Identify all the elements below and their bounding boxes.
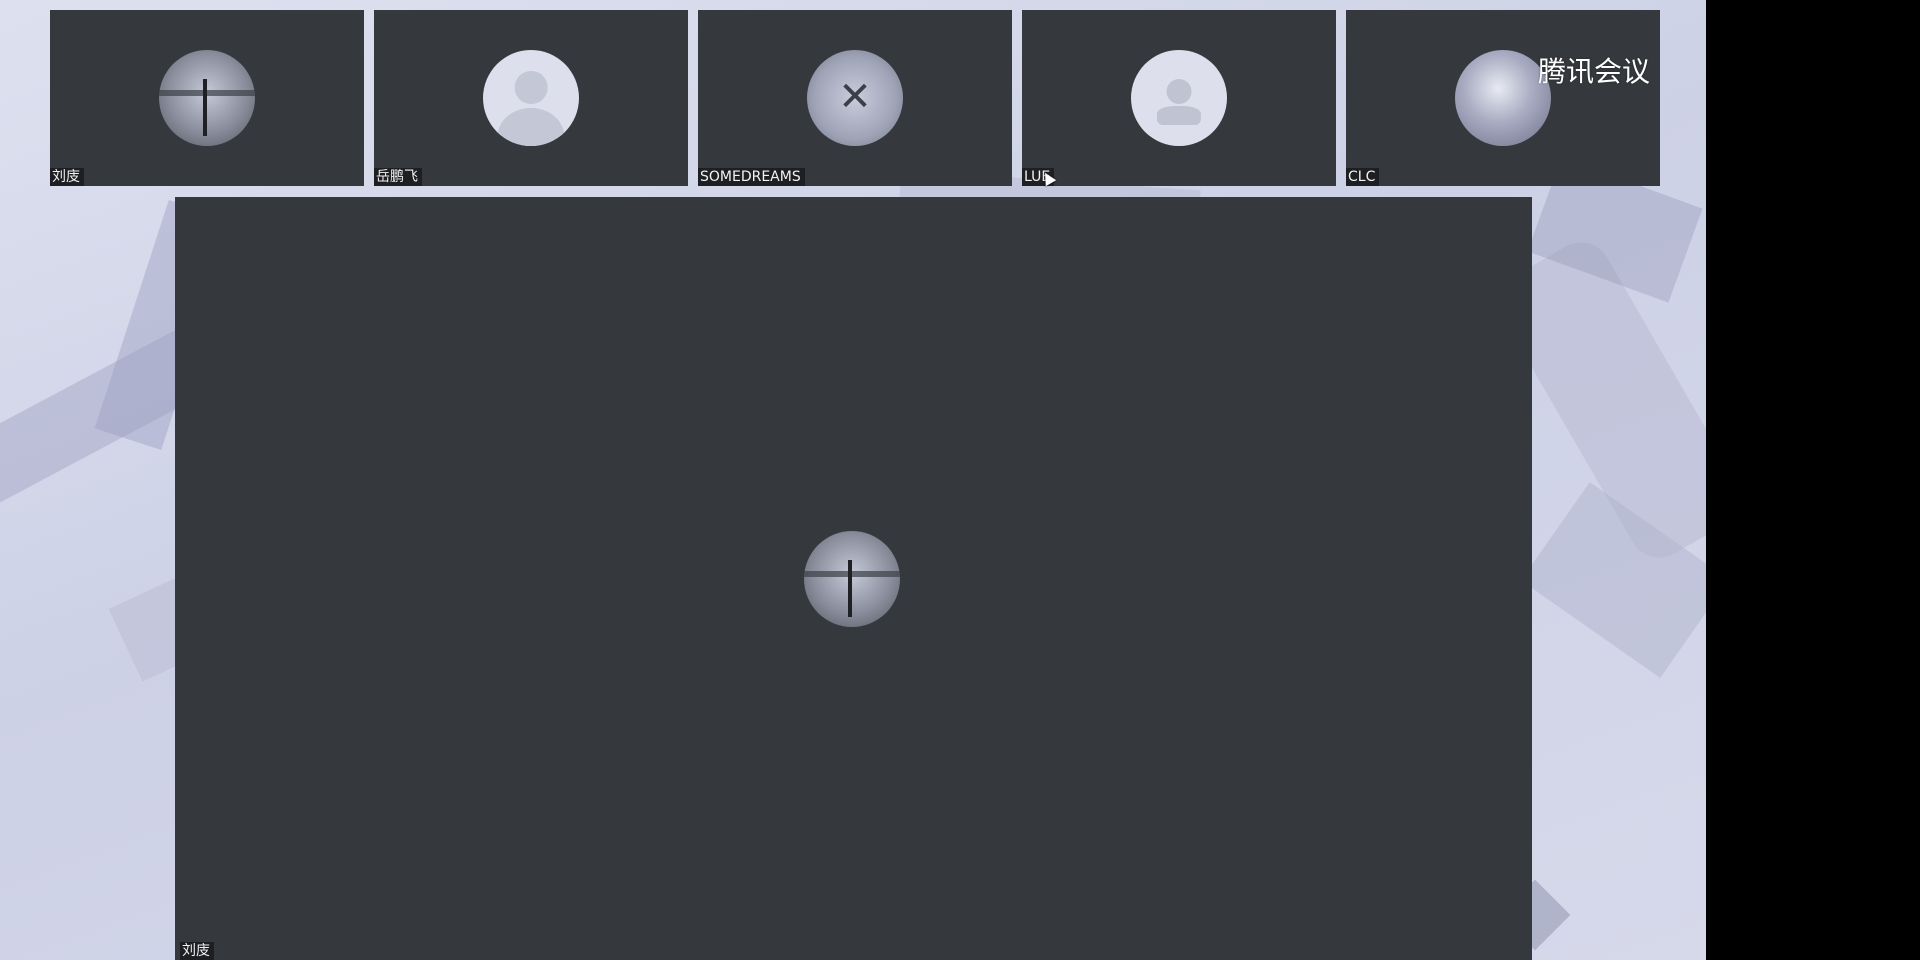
user-icon-avatar — [1131, 50, 1227, 146]
photo-avatar — [159, 50, 255, 146]
participant-tile[interactable]: 岳鹏飞 — [374, 10, 688, 186]
participant-tile[interactable]: LUE — [1022, 10, 1336, 186]
participant-tile[interactable]: 刘庋 — [50, 10, 364, 186]
pet-photo-avatar — [1455, 50, 1551, 146]
main-speaker-view[interactable]: 刘庋 — [175, 197, 1532, 960]
default-avatar — [483, 50, 579, 146]
meeting-stage: 刘庋 岳鹏飞 SOMEDREAMS LUE CLC 腾讯会议 刘庋 — [0, 0, 1706, 960]
avatar-body-shape — [497, 107, 565, 146]
avatar-body-shape — [1156, 105, 1202, 125]
app-brand-logo: 腾讯会议 — [1538, 55, 1651, 88]
participant-name: 刘庋 — [50, 168, 84, 186]
avatar-head-shape — [514, 71, 548, 104]
avatar-head-shape — [1166, 78, 1192, 104]
participant-name: CLC — [1346, 168, 1380, 186]
participant-tile[interactable]: SOMEDREAMS — [698, 10, 1012, 186]
participant-name: SOMEDREAMS — [698, 168, 805, 186]
photo-avatar — [804, 531, 900, 627]
participant-name: 岳鹏飞 — [374, 168, 422, 186]
cartoon-avatar — [807, 50, 903, 146]
black-side-panel — [1706, 0, 1920, 960]
participant-tile[interactable]: CLC — [1346, 10, 1660, 186]
speaker-name: 刘庋 — [180, 942, 214, 960]
